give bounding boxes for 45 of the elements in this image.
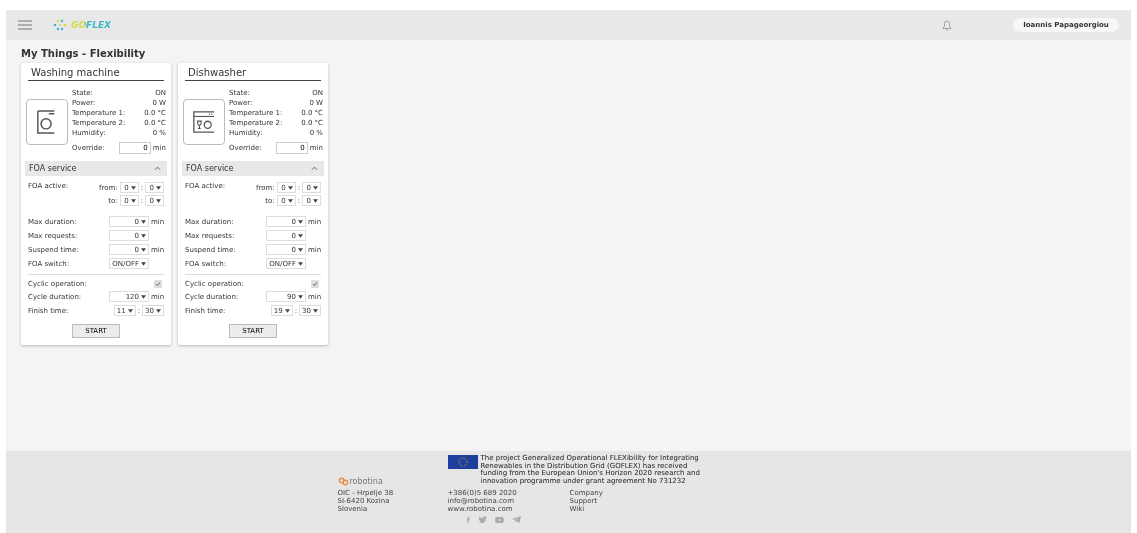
caret-icon — [313, 198, 318, 203]
caret-icon — [141, 261, 146, 266]
twitter-icon[interactable] — [478, 516, 487, 524]
logo-icon — [52, 19, 68, 31]
caret-icon — [298, 294, 303, 299]
chevron-icon[interactable] — [154, 166, 161, 171]
caret-icon — [287, 198, 293, 203]
checkbox[interactable] — [311, 280, 319, 288]
logo-text: GOFLEX — [71, 20, 111, 30]
caret-icon — [130, 185, 136, 190]
caret-icon — [156, 198, 161, 203]
caret-icon — [141, 247, 146, 252]
facebook-icon[interactable] — [466, 515, 470, 524]
caret-icon — [298, 219, 303, 224]
menu-icon[interactable] — [18, 20, 32, 30]
caret-icon — [141, 233, 146, 238]
caret-icon — [298, 233, 303, 238]
caret-icon — [156, 185, 161, 190]
caret-icon — [284, 308, 290, 313]
bell-icon[interactable] — [941, 19, 953, 31]
paper-plane-icon[interactable] — [512, 516, 521, 524]
section-header[interactable]: FOA service — [25, 161, 167, 176]
brand-name: robotina — [349, 476, 383, 486]
caret-icon — [287, 185, 293, 190]
caret-icon — [313, 185, 318, 190]
dishwasher-icon — [192, 109, 216, 134]
section-header[interactable]: FOA service — [182, 161, 324, 176]
caret-icon — [298, 261, 303, 266]
caret-icon — [141, 219, 146, 224]
caret-icon — [156, 308, 161, 313]
page-title: My Things - Flexibility — [21, 48, 147, 59]
device-title: Dishwasher — [185, 66, 321, 81]
section-title: FOA service — [186, 164, 234, 173]
video-icon[interactable] — [495, 516, 504, 523]
robotina-logo-icon — [337, 476, 349, 486]
caret-icon — [127, 308, 133, 313]
checkbox[interactable] — [154, 280, 162, 288]
section-title: FOA service — [29, 164, 77, 173]
caret-icon — [298, 247, 303, 252]
caret-icon — [313, 308, 318, 313]
device-title: Washing machine — [28, 66, 164, 81]
chevron-icon[interactable] — [311, 166, 318, 171]
caret-icon — [141, 294, 146, 299]
caret-icon — [130, 198, 136, 203]
eu-flag-icon — [447, 455, 478, 469]
